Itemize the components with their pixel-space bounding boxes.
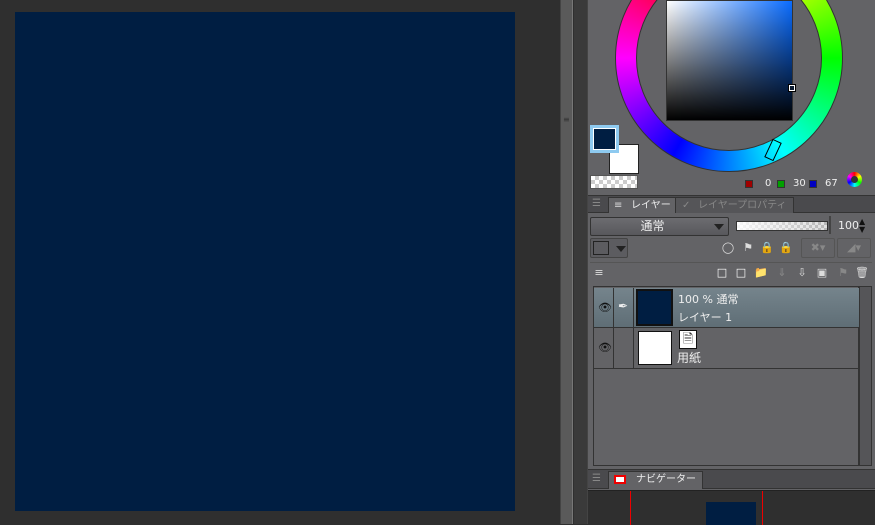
opacity-stepper[interactable]: ▲ ▼ (859, 218, 865, 234)
delete-layer-icon[interactable]: 🗑 (855, 266, 869, 280)
apply-mask-icon[interactable]: ⚑ (836, 266, 850, 280)
divider (613, 328, 614, 369)
layer-color-button[interactable] (590, 238, 628, 258)
chevron-down-icon (714, 224, 724, 230)
opacity-value[interactable]: 100 (838, 219, 859, 232)
transparent-color-swatch[interactable] (590, 175, 638, 189)
clip-to-layer-below-icon[interactable]: ◯ (721, 241, 735, 255)
layer-stack-icon[interactable]: ≡ (592, 266, 606, 280)
reference-layer-icon[interactable]: ⚑ (741, 241, 755, 255)
chevron-down-icon (616, 246, 626, 252)
divider (613, 288, 614, 328)
navigator-preview[interactable] (588, 490, 875, 525)
new-raster-layer-icon[interactable]: □ (715, 266, 729, 280)
color-settings-icon[interactable] (847, 172, 862, 187)
layer-name: 用紙 (677, 351, 702, 365)
blue-value: 67 (825, 178, 838, 189)
navigator-view-frame-left (630, 491, 631, 525)
green-channel-icon (777, 180, 785, 188)
merge-down-icon[interactable]: ⇩ (795, 266, 809, 280)
new-folder-icon[interactable]: 📁 (754, 266, 768, 280)
layer-list-scrollbar[interactable] (859, 286, 872, 466)
navigator-canvas-thumbnail (706, 502, 756, 525)
blend-mode-value: 通常 (640, 219, 665, 233)
visibility-eye-icon[interactable]: 👁 (598, 301, 612, 314)
ruler-enable-button[interactable]: ◢▾ (837, 238, 871, 258)
opacity-slider[interactable] (736, 221, 828, 231)
tab-navigator[interactable]: ナビゲーター (608, 471, 703, 489)
panel-menu-icon[interactable]: ☰ (592, 473, 604, 485)
new-vector-layer-icon[interactable]: □ (734, 266, 748, 280)
lock-layer-icon[interactable]: 🔒 (760, 241, 774, 255)
drawing-canvas[interactable] (15, 12, 515, 511)
sv-marker[interactable] (788, 84, 796, 92)
tab-layer-property[interactable]: ✓ レイヤープロパティ (675, 197, 794, 213)
blue-channel-icon (809, 180, 817, 188)
brush-edit-icon: ✒ (618, 299, 629, 313)
navigator-view-frame-right (762, 491, 763, 525)
layer-thumbnail (638, 331, 672, 365)
layer-color-swatch (593, 241, 609, 255)
green-value: 30 (793, 178, 806, 189)
layer-mask-icon[interactable]: ▣ (815, 266, 829, 280)
layer-thumbnail (636, 289, 673, 326)
divider (633, 328, 634, 369)
layer-row-layer1[interactable]: 👁 ✒ 100 % 通常 レイヤー 1 (594, 288, 859, 328)
splitter-grip-icon[interactable]: ≡ (563, 115, 570, 124)
mask-enable-button[interactable]: ✖▾ (801, 238, 835, 258)
tab-layer[interactable]: ≡ レイヤー (608, 197, 678, 213)
layer-info: 100 % 通常 (678, 293, 739, 306)
lock-transparency-icon[interactable]: 🔒 (779, 241, 793, 255)
panel-menu-icon[interactable]: ☰ (592, 198, 604, 210)
navigator-icon (614, 475, 626, 484)
divider (590, 262, 872, 263)
red-value: 0 (765, 178, 772, 189)
saturation-value-square[interactable] (666, 0, 793, 121)
tab-label: レイヤー (631, 200, 671, 211)
tab-label: レイヤープロパティ (698, 200, 787, 211)
opacity-slider-handle[interactable] (829, 216, 831, 234)
visibility-eye-icon[interactable]: 👁 (598, 341, 612, 354)
panel-splitter[interactable] (560, 0, 573, 524)
blend-mode-select[interactable]: 通常 (590, 217, 729, 236)
layer-name: レイヤー 1 (678, 311, 733, 324)
divider (633, 288, 634, 328)
brush-stroke-icon: ✓ (682, 200, 691, 211)
main-color-swatch[interactable] (590, 125, 619, 153)
tab-label: ナビゲーター (636, 474, 696, 485)
paper-layer-icon: 🗎 (679, 330, 697, 349)
dock-gap (574, 0, 587, 524)
layer-stack-icon: ≡ (614, 200, 623, 211)
red-channel-icon (745, 180, 753, 188)
layer-row-paper[interactable]: 👁 🗎 用紙 (594, 328, 859, 369)
transfer-down-icon[interactable]: ⇓ (775, 266, 789, 280)
